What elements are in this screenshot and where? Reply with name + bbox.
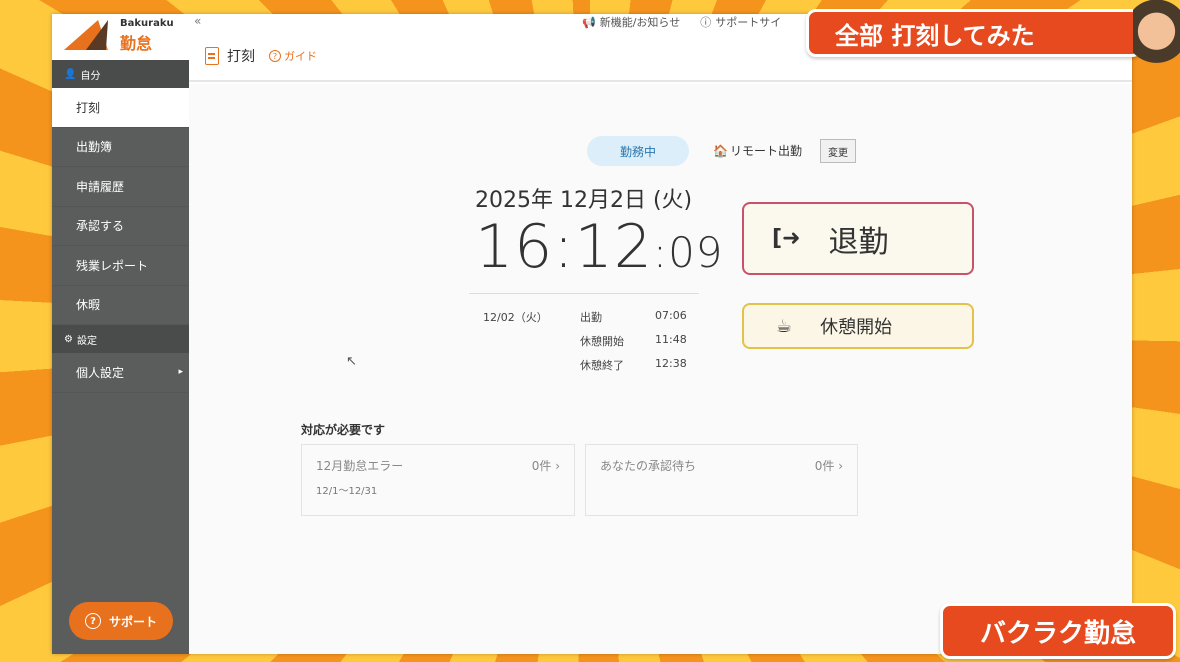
question-icon: ? — [269, 50, 281, 62]
page-title: 打刻 — [227, 49, 255, 65]
avatar — [1133, 0, 1180, 78]
log-label: 出勤 — [580, 311, 602, 324]
sidebar-item-attendance[interactable]: 出勤簿 — [52, 128, 189, 167]
sidebar-section-label: 設定 — [76, 335, 97, 347]
log-time: 07:06 — [655, 309, 687, 322]
log-date: 12/02（火） — [483, 311, 548, 324]
card-title: 12月勤怠エラー — [316, 459, 404, 473]
attendance-error-card[interactable]: 12月勤怠エラー 0件 › 12/1〜12/31 — [301, 444, 575, 516]
main-content: 勤務中 🏠 リモート出勤 変更 2025年 12月2日 (火) 16:12:09… — [189, 84, 1132, 654]
punch-log: 12/02（火） 出勤 07:06 休憩開始 11:48 休憩終了 12:38 — [483, 309, 687, 381]
guide-label: ガイド — [284, 50, 317, 63]
clock-out-label: 退勤 — [828, 224, 889, 260]
sidebar-item-label: 個人設定 — [76, 365, 125, 380]
status-badge: 勤務中 — [587, 136, 689, 166]
sidebar-section-self: 👤 自分 — [52, 60, 189, 88]
user-icon: 👤 — [64, 68, 77, 80]
log-row: 休憩終了 12:38 — [483, 357, 687, 381]
clock-out-button[interactable]: [➜ 退勤 — [742, 202, 974, 275]
sidebar-item-label: 申請履歴 — [76, 179, 125, 194]
time-seconds: :09 — [652, 228, 724, 277]
sidebar-section-label: 自分 — [80, 70, 101, 82]
sidebar: Bakuraku 勤怠 👤 自分 打刻 出勤簿 申請履歴 承認する 残業レポート… — [52, 14, 189, 654]
app-window: Bakuraku 勤怠 👤 自分 打刻 出勤簿 申請履歴 承認する 残業レポート… — [52, 14, 1132, 654]
sidebar-item-leave[interactable]: 休暇 — [52, 286, 189, 325]
collapse-sidebar-button[interactable]: « — [194, 14, 201, 28]
sidebar-item-personal-settings[interactable]: 個人設定 ▸ — [52, 353, 189, 393]
break-start-button[interactable]: ☕ 休憩開始 — [742, 303, 974, 349]
sidebar-item-requests[interactable]: 申請履歴 — [52, 167, 189, 207]
coffee-icon: ☕ — [776, 315, 793, 337]
sidebar-section-settings: ⚙ 設定 — [52, 325, 189, 353]
remote-status: 🏠 リモート出勤 — [713, 142, 802, 159]
video-banner: 全部 打刻してみた — [806, 9, 1142, 57]
log-label: 休憩終了 — [580, 359, 624, 372]
gear-icon: ⚙ — [64, 333, 73, 345]
brand-tag: バクラク勤怠 — [940, 603, 1176, 659]
log-time: 12:38 — [655, 357, 687, 370]
news-label: 新機能/お知らせ — [599, 16, 681, 29]
log-time: 11:48 — [655, 333, 687, 346]
current-date: 2025年 12月2日 (火) — [475, 188, 693, 213]
card-header: 12月勤怠エラー 0件 › — [316, 457, 560, 474]
sidebar-item-label: 出勤簿 — [76, 140, 113, 155]
sidebar-item-approve[interactable]: 承認する — [52, 207, 189, 246]
log-row: 休憩開始 11:48 — [483, 333, 687, 357]
logo-text-jp: 勤怠 — [120, 34, 153, 53]
sidebar-item-label: 残業レポート — [76, 258, 149, 273]
card-count-wrap: 0件 › — [532, 457, 560, 474]
megaphone-icon: 📢 — [582, 15, 596, 29]
sidebar-item-label: 打刻 — [76, 100, 101, 115]
house-icon: 🏠 — [713, 143, 728, 158]
change-button[interactable]: 変更 — [820, 139, 856, 163]
logo[interactable]: Bakuraku 勤怠 — [52, 14, 189, 60]
news-link[interactable]: 📢 新機能/お知らせ — [582, 14, 680, 30]
chevron-right-icon: ▸ — [178, 367, 183, 378]
support-site-link[interactable]: ⓘ サポートサイ — [700, 14, 781, 30]
log-date-empty — [483, 333, 580, 357]
mouse-cursor-icon: ↖ — [346, 354, 357, 369]
card-count: 0件 — [531, 459, 552, 473]
question-icon: ? — [84, 613, 101, 629]
section-title: 対応が必要です — [301, 423, 386, 437]
card-header: あなたの承認待ち 0件 › — [600, 457, 843, 474]
card-title: あなたの承認待ち — [600, 459, 697, 473]
log-label: 休憩開始 — [580, 335, 624, 348]
chevron-right-icon: › — [838, 459, 843, 473]
sidebar-item-overtime-report[interactable]: 残業レポート — [52, 246, 189, 286]
sidebar-item-label: 休暇 — [76, 298, 101, 313]
logout-icon: [➜ — [772, 226, 801, 251]
time-hm: 16:12 — [475, 212, 653, 282]
pending-approval-card[interactable]: あなたの承認待ち 0件 › — [585, 444, 858, 516]
current-time: 16:12:09 — [475, 212, 724, 282]
question-icon: ⓘ — [700, 16, 712, 29]
card-subtitle: 12/1〜12/31 — [316, 486, 378, 497]
card-count: 0件 — [814, 459, 835, 473]
guide-link[interactable]: ? ガイド — [269, 48, 317, 64]
remote-label: リモート出勤 — [729, 144, 802, 158]
support-site-label: サポートサイ — [715, 16, 782, 29]
top-links: 📢 新機能/お知らせ ⓘ サポートサイ — [582, 14, 781, 30]
document-icon — [205, 47, 219, 65]
support-button[interactable]: ? サポート — [69, 602, 173, 640]
sidebar-item-punch[interactable]: 打刻 — [52, 88, 189, 128]
logo-text-en: Bakuraku — [120, 18, 174, 29]
chevron-right-icon: › — [555, 459, 560, 473]
log-date-empty — [483, 357, 580, 381]
break-start-label: 休憩開始 — [820, 317, 893, 338]
sidebar-item-label: 承認する — [76, 219, 125, 234]
log-row: 12/02（火） 出勤 07:06 — [483, 309, 687, 333]
support-label: サポート — [108, 614, 157, 629]
divider — [469, 293, 699, 294]
card-count-wrap: 0件 › — [815, 457, 843, 474]
